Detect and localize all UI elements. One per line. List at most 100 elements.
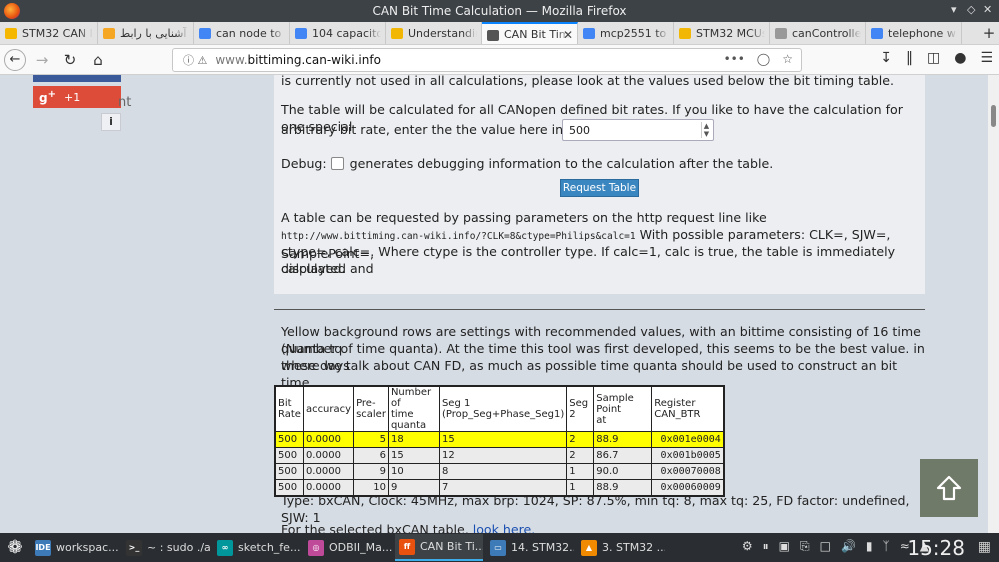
column-header-line1: Bit <box>278 398 292 409</box>
clipboard-icon[interactable]: ⎘ <box>800 539 810 554</box>
tab-3[interactable]: 104 capacitor <box>290 22 386 44</box>
column-header-line2: (Prop_Seg+Phase_Seg1) <box>441 409 565 420</box>
tab-8[interactable]: canController.png <box>770 22 866 44</box>
page-viewport: g+ +1 nt i is currently not used in all … <box>0 75 999 533</box>
table-cell: 2 <box>566 447 595 464</box>
tab-9[interactable]: telephone wir <box>866 22 962 44</box>
close-window-icon[interactable]: ✕ <box>983 3 992 16</box>
pocket-icon[interactable]: ◯ <box>757 52 770 66</box>
debug-checkbox[interactable] <box>330 157 344 170</box>
debug-label: Debug: <box>281 156 327 171</box>
bitrate-input[interactable]: 500 ▲ ▼ <box>562 119 714 141</box>
tab-0[interactable]: STM32 CAN Int <box>0 22 98 44</box>
column-header-line1: Register <box>654 398 696 409</box>
tab-label: telephone wir <box>888 26 957 40</box>
bluetooth-icon[interactable]: ᛉ <box>883 539 890 554</box>
bitrate-spinner[interactable]: ▲ ▼ <box>701 122 711 138</box>
tab-6[interactable]: mcp2551 to ob <box>578 22 674 44</box>
home-button[interactable]: ⌂ <box>86 48 110 72</box>
column-header-line1: Seg 1 <box>441 398 471 409</box>
tab-1[interactable]: آشنایی با رابط I2C <box>98 22 194 44</box>
library-icon[interactable]: ‖ <box>906 50 913 66</box>
taskbar-app-icon: ▭ <box>490 539 506 556</box>
url-domain: bittiming.can-wiki.info <box>247 53 381 67</box>
tab-label: CAN Bit Tim <box>504 27 570 41</box>
table-cell: 6 <box>353 447 389 464</box>
forward-button[interactable]: → <box>30 48 54 72</box>
bitrate-value: 500 <box>569 123 590 137</box>
taskbar-item[interactable]: ▲ 3. STM32 ... <box>577 534 665 561</box>
bookmark-star-icon[interactable]: ☆ <box>782 52 793 66</box>
site-info-icon[interactable]: ⓘ ⚠ <box>183 52 207 68</box>
taskbar-item[interactable]: ∞ sketch_fe... <box>213 534 301 561</box>
app-launcher-icon[interactable]: ❁ <box>2 535 28 561</box>
tab-7[interactable]: STM32 MCUs F <box>674 22 770 44</box>
volume-icon[interactable]: 🔊 <box>841 539 856 554</box>
bitrate-description-line2: arbitrary bit rate, enter the the value … <box>281 122 602 137</box>
url-bar[interactable]: ⓘ ⚠ www. bittiming.can-wiki.info ••• ◯ ☆ <box>172 48 802 72</box>
tab-label: STM32 CAN Int <box>22 26 93 40</box>
taskbar-item[interactable]: IDE workspac... <box>31 534 119 561</box>
taskbar-item[interactable]: ff CAN Bit Ti... <box>395 534 483 561</box>
table-cell: 5 <box>353 431 389 448</box>
example-url-code: http://www.bittiming.can-wiki.info/?CLK=… <box>281 231 636 242</box>
network-monitor-icon[interactable]: ⚙ <box>742 539 753 554</box>
page-scrollbar[interactable] <box>988 75 999 533</box>
tab-label: STM32 MCUs F <box>696 26 765 40</box>
taskbar-app-icon: ff <box>399 538 415 555</box>
battery-icon[interactable]: ▮ <box>866 539 873 554</box>
table-cell: 500 <box>274 447 304 464</box>
page-actions-icon[interactable]: ••• <box>724 52 745 66</box>
taskbar-item-label: 3. STM32 ... <box>602 541 665 554</box>
clock[interactable]: 15:28 <box>907 536 965 560</box>
request-table-button[interactable]: Request Table <box>560 179 639 197</box>
maximize-icon[interactable]: ◇ <box>967 3 975 16</box>
column-header-line1: Pre- <box>356 398 376 409</box>
downloads-icon[interactable]: ↧ <box>880 50 892 66</box>
scroll-to-top-button[interactable] <box>920 459 978 517</box>
scrollbar-thumb[interactable] <box>991 105 996 127</box>
account-icon[interactable]: ● <box>954 50 966 66</box>
taskbar-item[interactable]: >_ ~ : sudo ./a... <box>122 534 210 561</box>
facebook-share-bar[interactable] <box>33 75 121 82</box>
minimize-icon[interactable]: ▾ <box>951 3 957 16</box>
tab-5[interactable]: CAN Bit Tim ✕ <box>482 22 578 44</box>
tab-2[interactable]: can node to ob <box>194 22 290 44</box>
notifications-icon[interactable]: □ <box>820 539 831 554</box>
google-plus-button[interactable]: g+ +1 <box>33 86 121 108</box>
url-prefix: www. <box>215 53 248 67</box>
st-icon <box>391 28 403 39</box>
kde-connect-icon[interactable]: ▣ <box>779 539 790 554</box>
footer-text: For the selected bxCAN table, <box>281 522 473 533</box>
column-header-line2: scaler <box>356 409 386 420</box>
taskbar: ❁ IDE workspac... >_ ~ : sudo ./a... ∞ sketch… <box>0 533 999 562</box>
taskbar-item-label: ODBII_Ma... <box>329 541 392 554</box>
table-cell: 0x001e0004 <box>651 431 725 448</box>
column-header-line2: at <box>596 414 607 426</box>
taskbar-item[interactable]: ◎ ODBII_Ma... <box>304 534 392 561</box>
sidebar-toggle-icon[interactable]: ◫ <box>927 50 940 66</box>
footer-line: For the selected bxCAN table, look here. <box>281 521 535 533</box>
sidebar-ghost-text: nt <box>118 95 132 110</box>
table-cell: 88.9 <box>593 431 653 448</box>
column-header-line1: accuracy <box>305 403 352 415</box>
media-icon[interactable]: ⏸ <box>763 539 769 554</box>
table-row: 500 0.0000 9 10 8 1 90.0 0x00070008 <box>274 463 725 480</box>
reload-button[interactable]: ↻ <box>58 48 82 72</box>
table-cell: 0x00070008 <box>651 463 725 480</box>
close-tab-icon[interactable]: ✕ <box>563 28 573 42</box>
new-tab-button[interactable]: + <box>979 22 999 44</box>
taskbar-item[interactable]: ▭ 14. STM32... <box>486 534 574 561</box>
show-desktop-icon[interactable]: ▦ <box>978 539 991 555</box>
info-icon[interactable]: i <box>101 113 121 131</box>
navigation-bar: ← → ↻ ⌂ ⓘ ⚠ www. bittiming.can-wiki.info … <box>0 45 999 75</box>
look-here-link[interactable]: look here. <box>473 522 536 533</box>
taskbar-items: IDE workspac... >_ ~ : sudo ./a... ∞ sketch_f… <box>28 534 665 561</box>
back-button[interactable]: ← <box>4 48 26 71</box>
tab-4[interactable]: Understanding <box>386 22 482 44</box>
menu-icon[interactable]: ☰ <box>980 50 993 66</box>
table-cell: 86.7 <box>593 447 653 464</box>
taskbar-app-icon: ▲ <box>581 539 597 556</box>
table-cell: 12 <box>438 447 568 464</box>
taskbar-item-label: sketch_fe... <box>238 541 301 554</box>
